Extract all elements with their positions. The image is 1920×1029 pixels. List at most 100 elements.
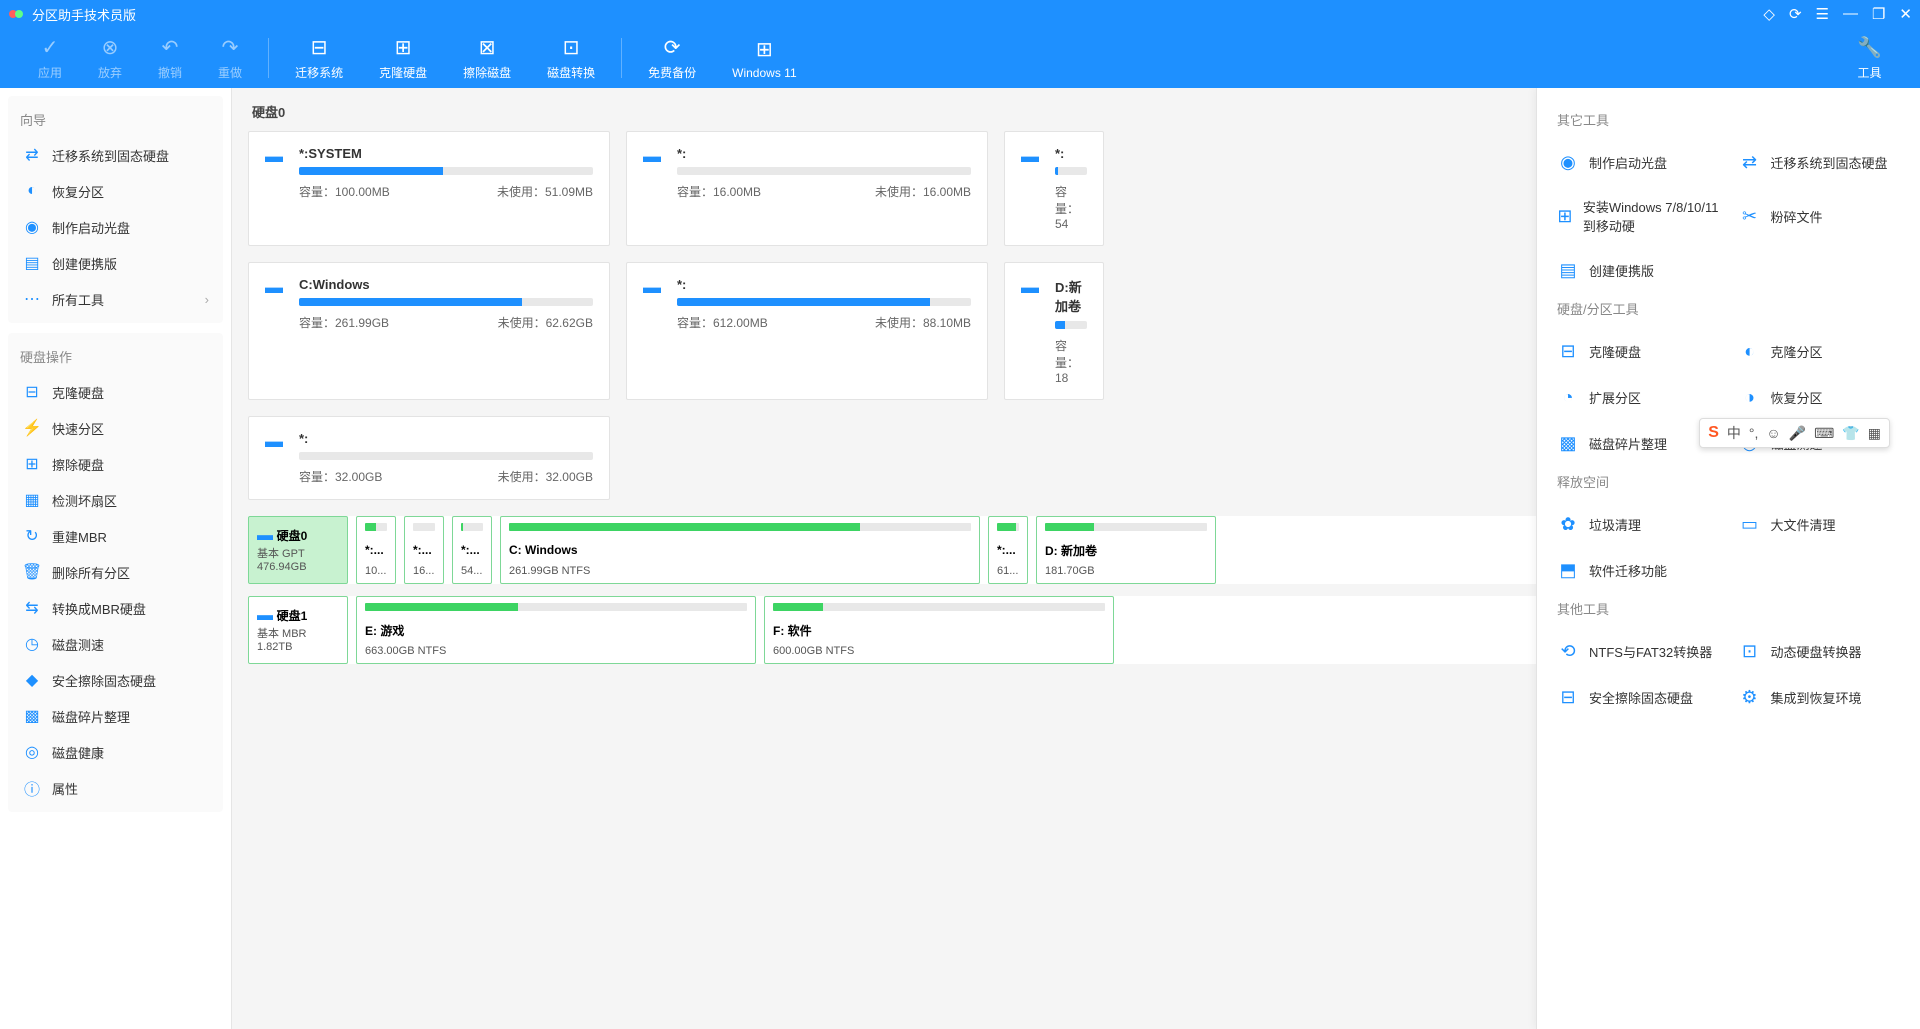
sidebar-item[interactable]: ◆安全擦除固态硬盘 [8,662,223,698]
unused-label: 未使用：88.10MB [875,314,971,331]
tools-panel-item[interactable]: ▤创建便携版 [1557,251,1719,289]
unused-label: 未使用：32.00GB [498,468,593,485]
tool-label: 软件迁移功能 [1589,561,1667,580]
diamond-icon[interactable]: ◇ [1763,5,1775,23]
tools-panel-item[interactable]: ◑恢复分区 [1739,378,1901,416]
tools-panel-item[interactable]: ⊟克隆硬盘 [1557,332,1719,370]
ime-skin-icon[interactable]: 👕 [1842,425,1859,442]
sidebar-item[interactable]: ◐恢复分区 [8,173,223,209]
tools-panel-item[interactable]: ⚙集成到恢复环境 [1739,678,1901,716]
sidebar-item[interactable]: ▩磁盘碎片整理 [8,698,223,734]
sidebar-item[interactable]: ◎磁盘健康 [8,734,223,770]
ime-toolbar[interactable]: S 中 °, ☺ 🎤 ⌨ 👕 ▦ [1699,418,1890,448]
tool-icon: ⊟ [1557,686,1579,708]
tools-panel-item[interactable]: ⊡动态硬盘转换器 [1739,632,1901,670]
migrate-os-button[interactable]: ⊟迁移系统 [277,28,361,88]
ime-keyboard-icon[interactable]: ⌨ [1814,425,1834,442]
disk-segment[interactable]: *:... 61... [988,516,1028,584]
sidebar-icon: ⓘ [22,778,42,798]
wipe-disk-button[interactable]: ⊠擦除磁盘 [445,28,529,88]
tools-panel-item[interactable]: ⬒ 软件迁移功能 [1557,551,1719,589]
clone-disk-button[interactable]: ⊞克隆硬盘 [361,28,445,88]
tools-panel-item[interactable]: ▭大文件清理 [1739,505,1901,543]
maximize-icon[interactable]: ❐ [1872,5,1885,23]
sidebar-item[interactable]: ⓘ属性 [8,770,223,806]
chevron-right-icon: › [205,292,209,307]
tools-panel-item[interactable]: ◔扩展分区 [1557,378,1719,416]
tools-panel-item[interactable]: ⊞安装Windows 7/8/10/11到移动硬 [1557,189,1719,243]
sidebar-icon: ◉ [22,217,42,237]
tools-panel-item[interactable]: ✿垃圾清理 [1557,505,1719,543]
tool-icon: ◐ [1739,340,1761,362]
partition-card[interactable]: ▬ *: 容量：54 [1004,131,1104,246]
tools-panel-item[interactable]: ✂粉碎文件 [1739,189,1901,243]
ime-punct-icon[interactable]: °, [1749,425,1759,441]
disk-segment[interactable]: *:... 54... [452,516,492,584]
partition-name: *:SYSTEM [299,146,593,161]
sidebar-item[interactable]: ⇄迁移系统到固态硬盘 [8,137,223,173]
convert-disk-button[interactable]: ⊡磁盘转换 [529,28,613,88]
minimize-icon[interactable]: — [1843,5,1858,23]
sidebar-item[interactable]: ⊟克隆硬盘 [8,374,223,410]
disk-segment[interactable]: *:... 10... [356,516,396,584]
ime-lang[interactable]: 中 [1727,423,1741,443]
disk-segment[interactable]: *:... 16... [404,516,444,584]
tool-icon: ⬒ [1557,559,1579,581]
sidebar-item[interactable]: ◉制作启动光盘 [8,209,223,245]
partition-card[interactable]: ▬ D:新加卷 容量：18 [1004,262,1104,400]
close-icon[interactable]: ✕ [1899,5,1912,23]
usage-bar [677,298,971,306]
ime-toolbox-icon[interactable]: ▦ [1868,425,1881,442]
tools-panel-item[interactable]: ⟲NTFS与FAT32转换器 [1557,632,1719,670]
partition-card[interactable]: ▬ *: 容量：612.00MB未使用：88.10MB [626,262,988,400]
sidebar-item[interactable]: ⊞擦除硬盘 [8,446,223,482]
sidebar-item[interactable]: ⚡快速分区 [8,410,223,446]
sidebar-item[interactable]: ◷磁盘测速 [8,626,223,662]
rp-section: 硬盘/分区工具 [1557,299,1900,318]
sidebar-item[interactable]: ⋯所有工具› [8,281,223,317]
partition-card[interactable]: ▬ *: 容量：16.00MB未使用：16.00MB [626,131,988,246]
disk-info[interactable]: ▬ 硬盘0 基本 GPT 476.94GB [248,516,348,584]
sidebar-label: 检测坏扇区 [52,491,117,510]
drive-icon: ▬ [1021,277,1047,385]
sidebar-icon: ◐ [22,181,42,201]
free-backup-button[interactable]: ⟳免费备份 [630,28,714,88]
disk-icon: ▬ [257,527,273,544]
disk-info[interactable]: ▬ 硬盘1 基本 MBR 1.82TB [248,596,348,664]
partition-card[interactable]: ▬ *:SYSTEM 容量：100.00MB未使用：51.09MB [248,131,610,246]
partition-name: *: [299,431,593,446]
apply-button[interactable]: ✓应用 [20,28,80,88]
title-bar: 分区助手技术员版 ◇ ⟳ ☰ — ❐ ✕ [0,0,1920,28]
disk-segment[interactable]: D: 新加卷 181.70GB [1036,516,1216,584]
refresh-icon[interactable]: ⟳ [1789,5,1802,23]
disk-segment[interactable]: C: Windows 261.99GB NTFS [500,516,980,584]
sidebar-item[interactable]: ▤创建便携版 [8,245,223,281]
sidebar-item[interactable]: ▦检测坏扇区 [8,482,223,518]
tools-panel-item[interactable]: ⊟安全擦除固态硬盘 [1557,678,1719,716]
tools-panel-item[interactable]: ◐克隆分区 [1739,332,1901,370]
partition-card[interactable]: ▬ C:Windows 容量：261.99GB未使用：62.62GB [248,262,610,400]
tools-button[interactable]: 🔧工具 [1839,28,1900,88]
sidebar-item[interactable]: ⇆转换成MBR硬盘 [8,590,223,626]
undo-button[interactable]: ↶撤销 [140,28,200,88]
tools-panel-item[interactable]: ◉制作启动光盘 [1557,143,1719,181]
segment-name: *:... [413,543,435,557]
wipe-icon: ⊠ [479,35,496,60]
redo-button[interactable]: ↷重做 [200,28,260,88]
sidebar-label: 创建便携版 [52,254,117,273]
menu-icon[interactable]: ☰ [1816,5,1829,23]
tools-panel-item[interactable]: ⇄迁移系统到固态硬盘 [1739,143,1901,181]
ime-emoji-icon[interactable]: ☺ [1766,425,1780,441]
partition-card[interactable]: ▬ *: 容量：32.00GB未使用：32.00GB [248,416,610,500]
ime-mic-icon[interactable]: 🎤 [1789,425,1806,442]
sidebar-item[interactable]: 🗑删除所有分区 [8,554,223,590]
disk-segment[interactable]: F: 软件 600.00GB NTFS [764,596,1114,664]
disk-segment[interactable]: E: 游戏 663.00GB NTFS [356,596,756,664]
sidebar-item[interactable]: ↻重建MBR [8,518,223,554]
tools-panel-item[interactable]: ▩磁盘碎片整理 [1557,424,1719,462]
clone-icon: ⊞ [395,35,412,60]
drive-icon: ▬ [1021,146,1047,231]
windows11-button[interactable]: ⊞Windows 11 [714,28,814,88]
discard-button[interactable]: ⊗放弃 [80,28,140,88]
tools-panel: 其它工具 ◉制作启动光盘⇄迁移系统到固态硬盘⊞安装Windows 7/8/10/… [1536,88,1920,1029]
